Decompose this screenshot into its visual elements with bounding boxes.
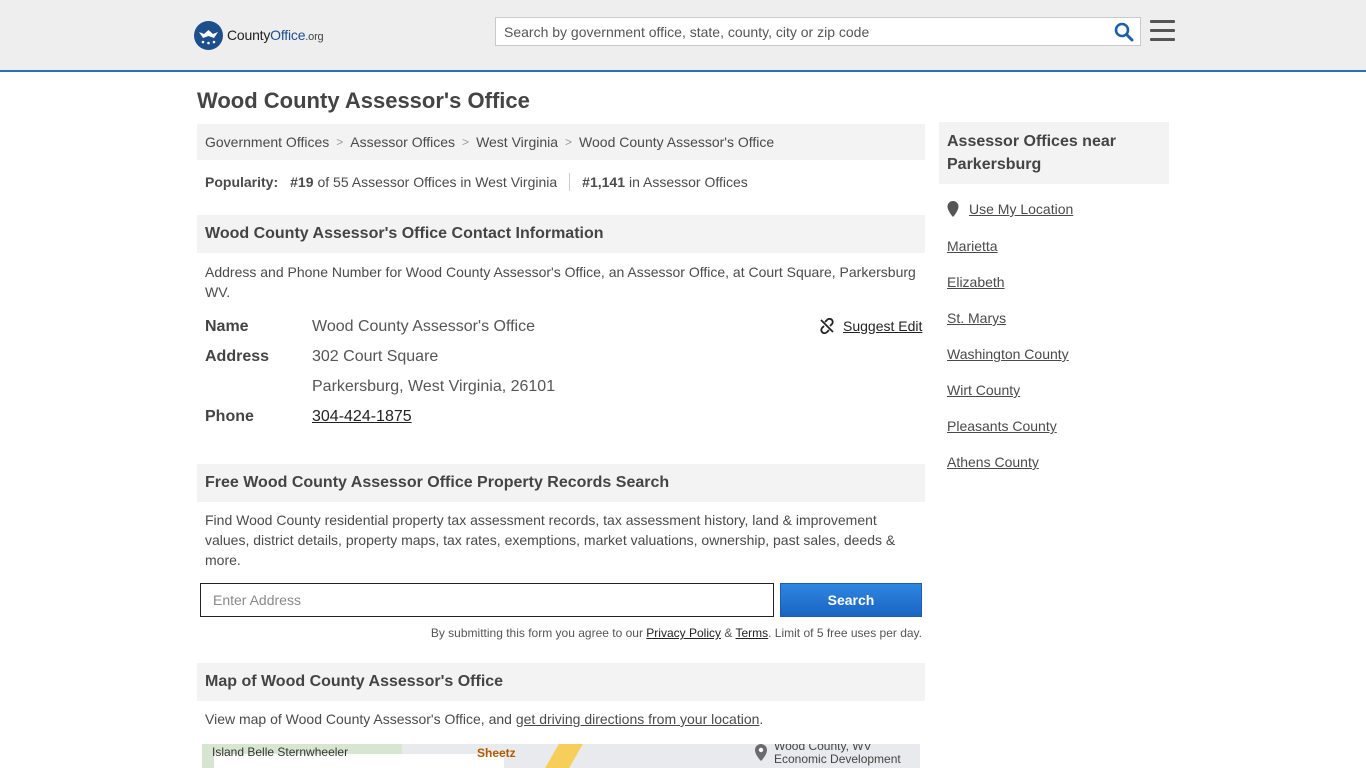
map-road (545, 744, 583, 768)
search-icon[interactable] (1114, 22, 1134, 42)
address-line-2: Parkersburg, West Virginia, 26101 (312, 378, 556, 395)
chevron-right-icon: > (565, 135, 573, 149)
records-search-button[interactable]: Search (780, 583, 922, 617)
map-label-economic-dev-2: Economic Development (774, 752, 901, 766)
phone-link[interactable]: 304-424-1875 (312, 408, 412, 425)
site-search-input[interactable] (496, 18, 1096, 45)
name-value: Wood County Assessor's Office (312, 318, 536, 335)
divider (569, 173, 571, 191)
privacy-policy-link[interactable]: Privacy Policy (646, 626, 721, 640)
site-search (495, 17, 1141, 46)
breadcrumb-west-virginia[interactable]: West Virginia (476, 134, 558, 150)
sidebar-link-st-marys[interactable]: St. Marys (947, 310, 1006, 326)
hamburger-menu-icon[interactable] (1150, 20, 1175, 42)
breadcrumb-government-offices[interactable]: Government Offices (205, 134, 329, 150)
records-heading: Free Wood County Assessor Office Propert… (197, 464, 925, 502)
sidebar-link-athens-county[interactable]: Athens County (947, 454, 1039, 470)
sidebar-link-marietta[interactable]: Marietta (947, 238, 998, 254)
eagle-icon (194, 20, 223, 50)
national-rank: #1,141 (582, 174, 625, 190)
site-header: CountyOffice.org (0, 0, 1366, 72)
name-label: Name (205, 318, 249, 335)
popularity-bar: Popularity: #19 of 55 Assessor Offices i… (205, 173, 748, 191)
state-rank: #19 (290, 174, 314, 190)
office-map[interactable]: Island Belle Sternwheeler Sheetz Wood Co… (202, 744, 920, 768)
suggest-edit[interactable]: Suggest Edit (819, 318, 922, 334)
disclaimer-prefix: By submitting this form you agree to our (430, 626, 643, 640)
terms-link[interactable]: Terms (735, 626, 768, 640)
sidebar-link-pleasants-county[interactable]: Pleasants County (947, 418, 1057, 434)
address-label: Address (205, 348, 270, 365)
site-logo[interactable]: CountyOffice.org (194, 20, 324, 50)
sidebar-heading: Assessor Offices near Parkersburg (939, 122, 1169, 184)
phone-label: Phone (205, 408, 254, 425)
use-my-location-link[interactable]: Use My Location (969, 201, 1073, 217)
contact-heading: Wood County Assessor's Office Contact In… (197, 215, 925, 253)
suggest-edit-link[interactable]: Suggest Edit (843, 318, 922, 334)
breadcrumb: Government Offices > Assessor Offices > … (197, 124, 925, 160)
broken-link-icon (820, 318, 834, 334)
disclaimer-amp: & (724, 626, 733, 640)
map-heading: Map of Wood County Assessor's Office (197, 663, 925, 701)
logo-wordmark: CountyOffice.org (227, 27, 324, 43)
phone-value-wrap: 304-424-1875 (312, 408, 412, 426)
map-description-prefix: View map of Wood County Assessor's Offic… (205, 711, 512, 727)
national-rank-text: in Assessor Offices (628, 174, 748, 190)
map-label-sheetz: Sheetz (477, 746, 516, 760)
map-pin-icon (755, 744, 767, 761)
page-title: Wood County Assessor's Office (197, 88, 530, 113)
map-label-sternwheeler: Island Belle Sternwheeler (212, 745, 349, 759)
map-label-economic-dev: Wood County, WV Economic Development (774, 744, 901, 766)
map-description-suffix: . (759, 711, 764, 727)
address-line-1: 302 Court Square (312, 348, 439, 365)
sidebar-link-wirt-county[interactable]: Wirt County (947, 382, 1020, 398)
popularity-label: Popularity: (205, 174, 279, 190)
sidebar-link-washington-county[interactable]: Washington County (947, 346, 1069, 362)
breadcrumb-current: Wood County Assessor's Office (579, 134, 775, 150)
contact-description: Address and Phone Number for Wood County… (205, 264, 916, 300)
records-description: Find Wood County residential property ta… (205, 512, 896, 568)
address-input[interactable] (200, 583, 774, 617)
state-rank-text: of 55 Assessor Offices in West Virginia (317, 174, 558, 190)
breadcrumb-assessor-offices[interactable]: Assessor Offices (350, 134, 455, 150)
location-pin-icon (947, 201, 959, 217)
disclaimer-suffix: . Limit of 5 free uses per day. (768, 626, 922, 640)
use-my-location[interactable]: Use My Location (947, 201, 1073, 217)
map-description: View map of Wood County Assessor's Offic… (205, 709, 920, 729)
chevron-right-icon: > (462, 135, 470, 149)
form-disclaimer: By submitting this form you agree to our… (431, 626, 922, 640)
chevron-right-icon: > (336, 135, 344, 149)
driving-directions-link[interactable]: get driving directions from your locatio… (516, 711, 760, 727)
sidebar-link-elizabeth[interactable]: Elizabeth (947, 274, 1005, 290)
